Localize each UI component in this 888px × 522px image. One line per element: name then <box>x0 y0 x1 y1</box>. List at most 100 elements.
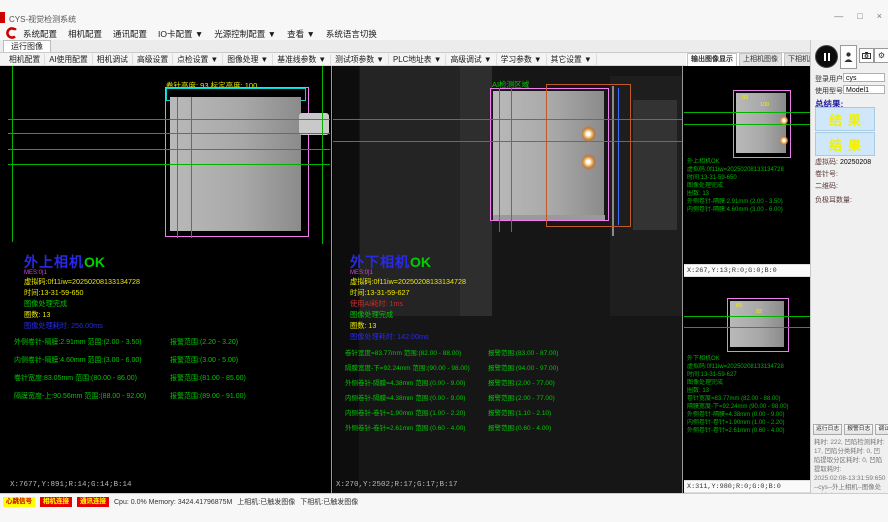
alarm-range: 报警范围:(2.00 - 77.00) <box>488 392 555 402</box>
preview-line: 内侧卷针-卷针=1.90mm (1.00 - 2.20) <box>687 419 809 427</box>
connector-part <box>299 113 329 135</box>
menu-item[interactable]: 查看 ▼ <box>287 29 315 39</box>
camera-view-upper[interactable]: 卷针高度: 93 标定高度: 100 外上相机OK MES:0|1 虚拟码:0f… <box>8 66 330 493</box>
overlay-chip: 83 <box>736 303 742 309</box>
alarm-range: 报警范围:(94.00 - 97.00) <box>488 362 558 372</box>
preview-line: 时间:13-31-59-650 <box>687 174 809 182</box>
close-icon[interactable]: × <box>877 12 882 21</box>
overlay-chip: 93 <box>742 95 748 101</box>
preview-line: 外下相机OK <box>687 355 809 363</box>
camera-name: 外下相机 <box>350 254 410 270</box>
menu-item[interactable]: IO卡配置 ▼ <box>158 29 203 39</box>
login-user-label: 登录用户: <box>815 74 845 84</box>
field-pin-number: 卷针号: <box>815 169 840 179</box>
log-tab[interactable]: 报警日志 <box>844 424 873 435</box>
settings-button[interactable]: ⚙ <box>874 48 888 63</box>
alarm-range: 报警范围:(0.60 - 4.00) <box>488 422 551 432</box>
tab-run-image[interactable]: 运行图像 <box>3 40 51 52</box>
measurement-value: 内侧卷针-卷针=1.90mm 范围:(1.00 - 2.20) <box>345 407 488 417</box>
pixel-coordinates-lower: X:270,Y:2502;R:17;G:17;B:17 <box>336 481 458 489</box>
pixel-coordinates-preview-2: X:311,Y:980;R:0;G:0;B:0 <box>684 480 810 493</box>
preview-view-upper[interactable]: 93 100 外上相机OK虚拟码:0f11iw=2025020813313472… <box>684 66 810 264</box>
window-accent-icon <box>0 12 5 23</box>
heartbeat-badge: 心跳信号 <box>3 497 35 507</box>
operator-button[interactable] <box>840 45 857 69</box>
menu-item[interactable]: 光源控制配置 ▼ <box>214 29 276 39</box>
field-negative-tab-count: 负极耳数量: <box>815 195 854 205</box>
preview-line: 外侧卷针-卷针=2.61mm (0.60 - 4.00) <box>687 427 809 435</box>
toolbar-item[interactable]: 图像处理 ▼ <box>223 54 273 65</box>
preview-line: 外侧卷针-隔膜=4.38mm (0.00 - 9.00) <box>687 411 809 419</box>
toolbar-item[interactable]: 高级调试 ▼ <box>446 54 496 65</box>
overlay-chip: 92 <box>756 309 762 315</box>
measurement-row: 内侧卷针-隔膜:4.60mm 范围:(3.00 - 6.00) 报警范围:(3.… <box>14 355 246 365</box>
measurement-value: 卷针宽度=83.77mm 范围:(82.00 - 88.00) <box>345 347 488 357</box>
tab-highlight-1 <box>780 116 788 125</box>
alarm-range: 报警范围:(2.20 - 3.20) <box>170 337 238 347</box>
preview-line: 虚拟码:0f11iw=20250208133134728 <box>687 166 809 174</box>
cpu-memory-status: Cpu: 0.0% Memory: 3424.41796875M <box>114 499 232 506</box>
user-icon <box>844 51 853 63</box>
pixel-coordinates-upper: X:7677,Y:891;R:14;G:14;B:14 <box>10 481 132 489</box>
menu-item[interactable]: 通讯配置 <box>113 29 147 39</box>
toolbar-item[interactable]: 学习参数 ▼ <box>497 54 547 65</box>
view-separator <box>331 66 332 493</box>
preview-line: 内侧卷针-隔膜:4.60mm (3.00 - 6.00) <box>687 206 809 214</box>
measurement-value: 外侧卷针-隔膜=4.38mm 范围:(0.00 - 9.00) <box>345 377 488 387</box>
measurement-value: 隔膜宽度-上:90.56mm 范围:(88.00 - 92.00) <box>14 391 170 401</box>
measurement-value: 外侧卷针-卷针=2.61mm 范围:(0.60 - 4.00) <box>345 422 488 432</box>
toolbar-item[interactable]: 测试项参数 ▼ <box>331 54 389 65</box>
model-label: 使用型号: <box>815 86 845 96</box>
measurement-row: 卷针宽度=83.77mm 范围:(82.00 - 88.00) 报警范围:(83… <box>345 347 558 357</box>
time-line: 时间:13-31-59-627 <box>350 287 466 298</box>
log-tab[interactable]: 调试日志 <box>875 424 888 435</box>
log-tab-strip: 运行日志报警日志调试日志 <box>813 424 888 435</box>
process-time-line: 图像处理耗时: 142.00ms <box>350 331 466 342</box>
toolbar-item[interactable]: PLC地址表 ▼ <box>389 54 446 65</box>
result-badge-1: 结果 <box>815 107 875 131</box>
model-field[interactable]: Model1 <box>843 85 885 94</box>
measurement-list-upper: 外侧卷针-隔膜:2.91mm 范围:(2.00 - 3.50) 报警范围:(2.… <box>14 337 246 409</box>
barcode-line: 虚拟码:0f11iw=20250208133134728 <box>24 276 140 287</box>
measurement-row: 外侧卷针-隔膜:2.91mm 范围:(2.00 - 3.50) 报警范围:(2.… <box>14 337 246 347</box>
preview-tab-upper-camera[interactable]: 上相机图像 <box>739 53 782 67</box>
toolbar-item[interactable]: 相机调试 <box>93 54 133 65</box>
pause-icon <box>824 53 826 61</box>
preview-tab-strip: 输出图像显示 上相机图像 下相机图像 <box>687 53 829 66</box>
camera-tool-button[interactable] <box>859 48 874 63</box>
preview-line: 虚拟码:0f11iw=20250208133134728 <box>687 363 809 371</box>
toolbar-item[interactable]: 基准线参数 ▼ <box>273 54 331 65</box>
toolbar-item[interactable]: 其它设置 ▼ <box>547 54 597 65</box>
log-output[interactable]: 耗时: 222, 凹陷检测耗时: 17, 凹陷分类耗时: 0, 凹陷提取分区耗时… <box>814 438 886 501</box>
maximize-icon[interactable]: □ <box>857 12 862 21</box>
minimize-icon[interactable]: — <box>834 12 843 21</box>
toolbar-item[interactable]: 点检设置 ▼ <box>173 54 223 65</box>
toolbar-item[interactable]: 高级设置 <box>133 54 173 65</box>
comm-connection-badge: 通讯连接 <box>77 497 109 507</box>
menu-item[interactable]: 相机配置 <box>68 29 102 39</box>
toolbar-item[interactable]: 相机配置 <box>5 54 45 65</box>
camera-icon <box>862 52 871 59</box>
loop-count-line: 圈数: 13 <box>350 320 466 331</box>
pause-button[interactable] <box>815 45 838 68</box>
camera-status: OK <box>84 254 105 270</box>
preview-overlay-text: 外上相机OK虚拟码:0f11iw=20250208133134728时间:13-… <box>687 158 809 214</box>
measurement-row: 卷针宽度:83.05mm 范围:(80.00 - 86.00) 报警范围:(81… <box>14 373 246 383</box>
ai-time-line: 使用AI耗时: 1ms <box>350 298 466 309</box>
app-logo-icon <box>4 27 17 39</box>
measurement-value: 内侧卷针-隔膜:4.60mm 范围:(3.00 - 6.00) <box>14 355 170 365</box>
toolbar-item[interactable]: AI使用配置 <box>45 54 93 65</box>
preview-view-lower[interactable]: 83 92 外下相机OK虚拟码:0f11iw=20250208133134728… <box>684 277 810 480</box>
log-tab[interactable]: 运行日志 <box>813 424 842 435</box>
camera-view-lower[interactable]: AI检测区域 外下相机OK MES:0|1 虚拟码:0f11iw=2025020… <box>333 66 682 493</box>
preview-tab-output[interactable]: 输出图像显示 <box>687 53 737 67</box>
time-line: 时间:13-31-59-650 <box>24 287 140 298</box>
tab-highlight-2 <box>582 154 596 170</box>
login-user-field[interactable]: cys <box>843 73 885 82</box>
barcode-line: 虚拟码:0f11iw=20250208133134728 <box>350 276 466 287</box>
camera-connection-badge: 相机连接 <box>40 497 72 507</box>
menu-item[interactable]: 系统配置 <box>23 29 57 39</box>
measurement-row: 内侧卷针-隔膜=4.38mm 范围:(0.00 - 9.00) 报警范围:(2.… <box>345 392 558 402</box>
menu-item[interactable]: 系统语言切换 <box>326 29 377 39</box>
measurement-row: 内侧卷针-卷针=1.90mm 范围:(1.00 - 2.20) 报警范围:(1.… <box>345 407 558 417</box>
